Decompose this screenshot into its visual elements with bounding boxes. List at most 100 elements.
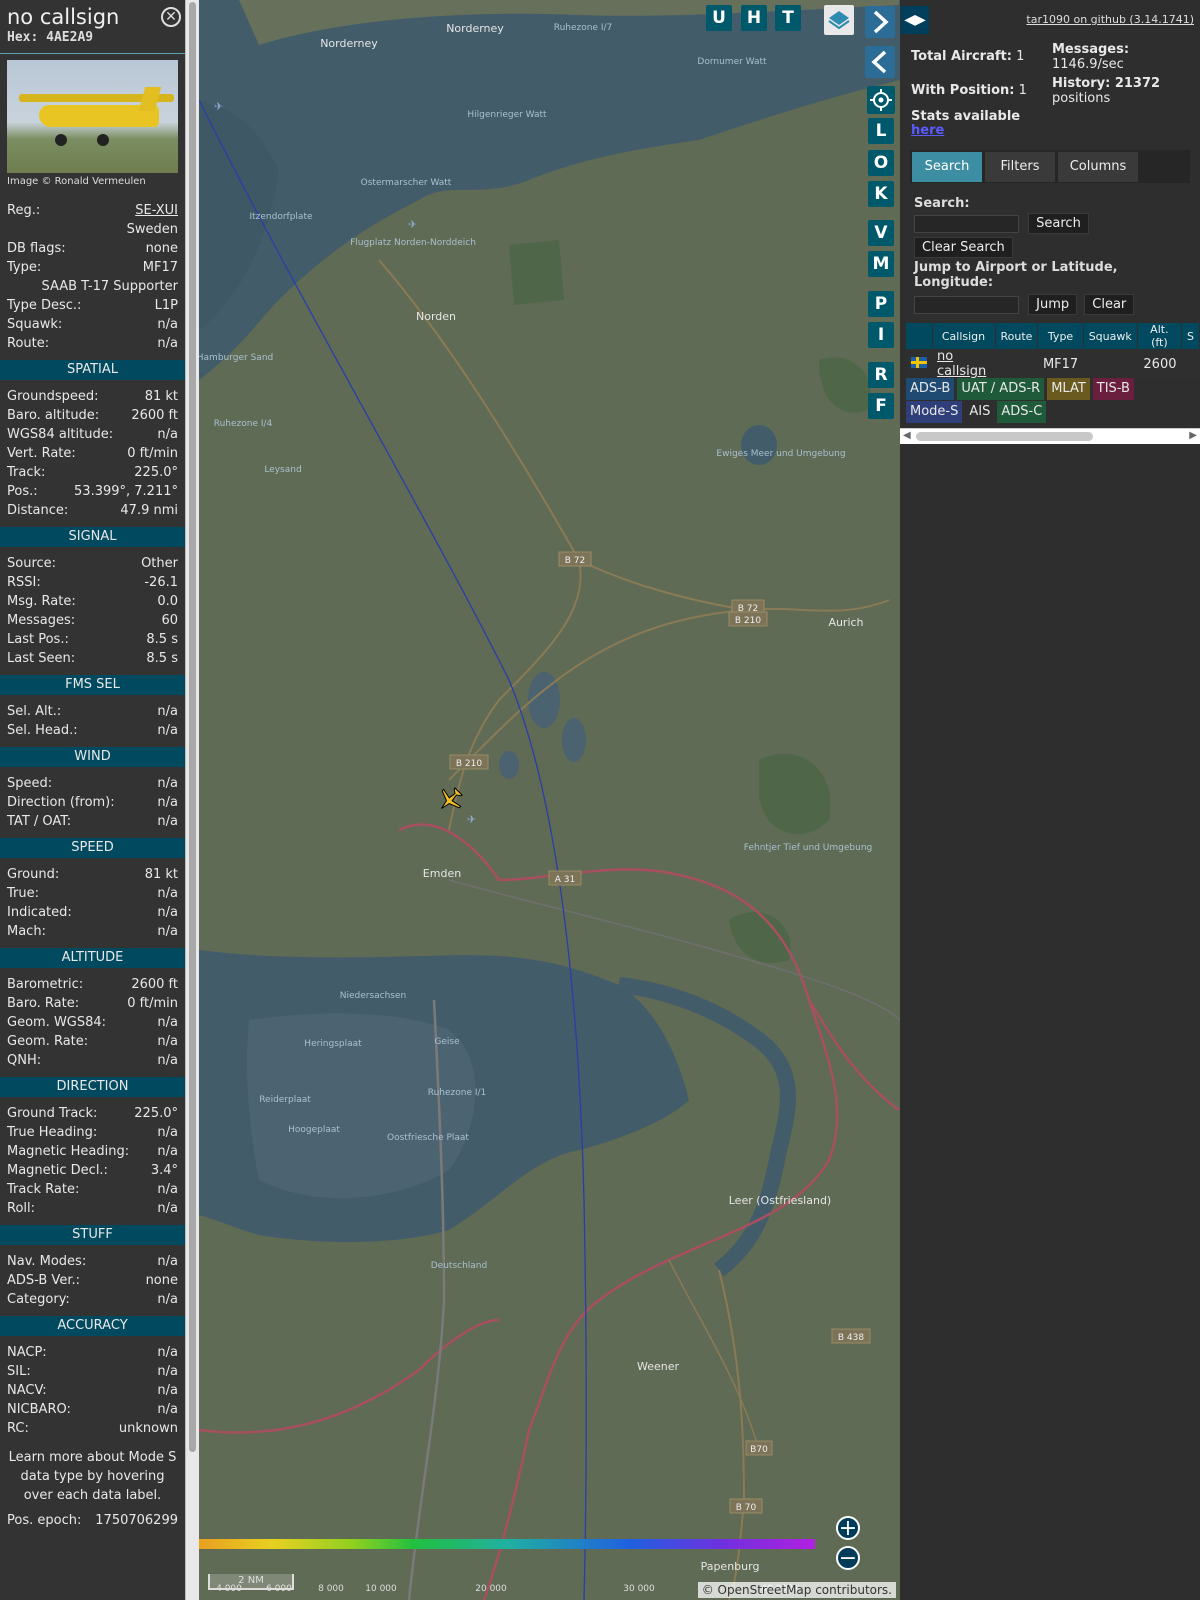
aircraft-row[interactable]: no callsign MF17 2600 — [906, 349, 1200, 379]
column-header[interactable]: Type — [1037, 323, 1084, 349]
info-row: Speed: n/a — [0, 774, 185, 793]
info-value: n/a — [157, 795, 178, 810]
scroll-left-icon[interactable]: ◀ — [903, 430, 911, 441]
selected-aircraft-header: no callsign Hex: 4AE2A9 ✕ — [0, 0, 185, 54]
info-value: 60 — [161, 613, 178, 628]
info-scrollbar[interactable] — [185, 0, 199, 1600]
expand-panel-icon[interactable] — [865, 6, 895, 38]
zoom-in-icon[interactable]: + — [836, 1516, 860, 1540]
map-button-f[interactable]: F — [868, 393, 894, 419]
version-link[interactable]: tar1090 on github (3.14.1741) — [1026, 13, 1194, 26]
aircraft-photo[interactable] — [7, 60, 178, 173]
map-canvas[interactable]: 4 0006 0008 00010 00020 00030 00040 000+… — [199, 0, 900, 1600]
map-button-l[interactable]: L — [868, 118, 894, 144]
info-value: n/a — [157, 1034, 178, 1049]
map-button-u[interactable]: U — [706, 5, 732, 31]
info-value: Sweden — [126, 222, 178, 237]
layers-icon[interactable] — [824, 5, 854, 35]
info-label: NACV: — [7, 1383, 47, 1398]
info-scrollbar-thumb[interactable] — [189, 2, 196, 1452]
map-button-r[interactable]: R — [868, 362, 894, 388]
jump-button[interactable]: Jump — [1028, 294, 1078, 315]
source-badge[interactable]: Mode-S — [906, 401, 963, 423]
info-value: 81 kt — [144, 867, 178, 882]
map-button-v[interactable]: V — [868, 220, 894, 246]
source-badge[interactable]: AIS — [965, 401, 994, 423]
info-label: SIL: — [7, 1364, 31, 1379]
collapse-panel-icon[interactable] — [865, 46, 895, 78]
map-button-p[interactable]: P — [868, 291, 894, 317]
area-label: Hamburger Sand — [199, 353, 273, 363]
info-row: Magnetic Heading: n/a — [0, 1142, 185, 1161]
registration-link[interactable]: SE-XUI — [135, 201, 178, 220]
map-attribution[interactable]: © OpenStreetMap contributors. — [697, 1582, 896, 1598]
close-icon[interactable]: ✕ — [161, 7, 181, 27]
info-value: n/a — [157, 1292, 178, 1307]
aircraft-callsign-cell[interactable]: no callsign — [932, 349, 995, 379]
with-position-label: With Position: — [911, 83, 1015, 98]
settings-gear-icon[interactable] — [867, 86, 895, 114]
place-label: Norderney — [446, 22, 504, 35]
total-aircraft-value: 1 — [1016, 49, 1025, 64]
search-input[interactable] — [914, 214, 1019, 233]
pos-epoch-label: Pos. epoch: — [7, 1513, 82, 1528]
info-row: Pos.: 53.399°, 7.211° — [0, 482, 185, 501]
toggle-sidebar-icon[interactable]: ◀▶ — [901, 6, 929, 34]
area-label: Ostermarscher Watt — [361, 178, 452, 188]
clear-button[interactable]: Clear — [1084, 294, 1135, 315]
column-header[interactable]: Route — [995, 323, 1039, 349]
search-label: Search: — [914, 196, 970, 211]
stats-link[interactable]: here — [911, 123, 944, 138]
info-label: Geom. Rate: — [7, 1034, 89, 1049]
source-badge[interactable]: MLAT — [1047, 378, 1090, 400]
area-label: Leysand — [264, 465, 301, 475]
clear-search-button[interactable]: Clear Search — [914, 237, 1013, 258]
tab-filters[interactable]: Filters — [985, 152, 1055, 182]
source-badge[interactable]: TIS-B — [1092, 378, 1134, 400]
info-value: n/a — [157, 1345, 178, 1360]
table-scrollbar-thumb[interactable] — [916, 432, 1093, 441]
map-button-t[interactable]: T — [775, 5, 801, 31]
info-label: Messages: — [7, 613, 76, 628]
info-value: 8.5 s — [146, 632, 178, 647]
road-label: B 70 — [736, 1503, 757, 1513]
info-row: WGS84 altitude: n/a — [0, 425, 185, 444]
source-badge[interactable]: ADS-C — [997, 401, 1047, 423]
source-badge[interactable]: ADS-B — [906, 378, 955, 400]
info-value: 81 kt — [144, 389, 178, 404]
scroll-right-icon[interactable]: ▶ — [1189, 430, 1197, 441]
aircraft-table: Callsign Route Type Squawk Alt. (ft) S no cal… — [906, 323, 1200, 379]
table-horizontal-scrollbar[interactable]: ◀ ▶ — [900, 428, 1200, 444]
map-button-i[interactable]: I — [868, 322, 894, 348]
source-legend: ADS-B UAT / ADS-R MLAT TIS-B Mode-S AIS ADS-C — [906, 378, 1196, 424]
column-header[interactable]: Squawk — [1083, 323, 1138, 349]
section-header-signal: SIGNAL — [0, 527, 185, 547]
info-label: Nav. Modes: — [7, 1254, 87, 1269]
info-value: n/a — [157, 886, 178, 901]
info-value: 53.399°, 7.211° — [74, 484, 178, 499]
map-button-m[interactable]: M — [868, 251, 894, 277]
info-row: Vert. Rate: 0 ft/min — [0, 444, 185, 463]
info-row: Baro. altitude: 2600 ft — [0, 406, 185, 425]
history-label: History: 21372 — [1052, 76, 1161, 91]
map-button-k[interactable]: K — [868, 181, 894, 207]
column-header[interactable]: S — [1181, 323, 1200, 349]
search-button[interactable]: Search — [1028, 213, 1089, 234]
jump-input[interactable] — [914, 295, 1019, 314]
info-value: n/a — [157, 723, 178, 738]
info-row: Geom. WGS84: n/a — [0, 1013, 185, 1032]
info-label: NACP: — [7, 1345, 47, 1360]
column-header[interactable]: Alt. (ft) — [1137, 323, 1183, 349]
column-header[interactable] — [906, 323, 933, 349]
info-value: n/a — [157, 1201, 178, 1216]
source-badge[interactable]: UAT / ADS-R — [957, 378, 1045, 400]
info-row: SAAB T-17 Supporter — [0, 277, 185, 296]
zoom-out-icon[interactable]: − — [836, 1546, 860, 1570]
road-label: B 210 — [735, 616, 761, 626]
tab-columns[interactable]: Columns — [1058, 152, 1138, 182]
map-button-h[interactable]: H — [741, 5, 767, 31]
column-header[interactable]: Callsign — [932, 323, 996, 349]
map-button-o[interactable]: O — [868, 150, 894, 176]
info-row: Groundspeed: 81 kt — [0, 387, 185, 406]
tab-search[interactable]: Search — [912, 152, 982, 182]
